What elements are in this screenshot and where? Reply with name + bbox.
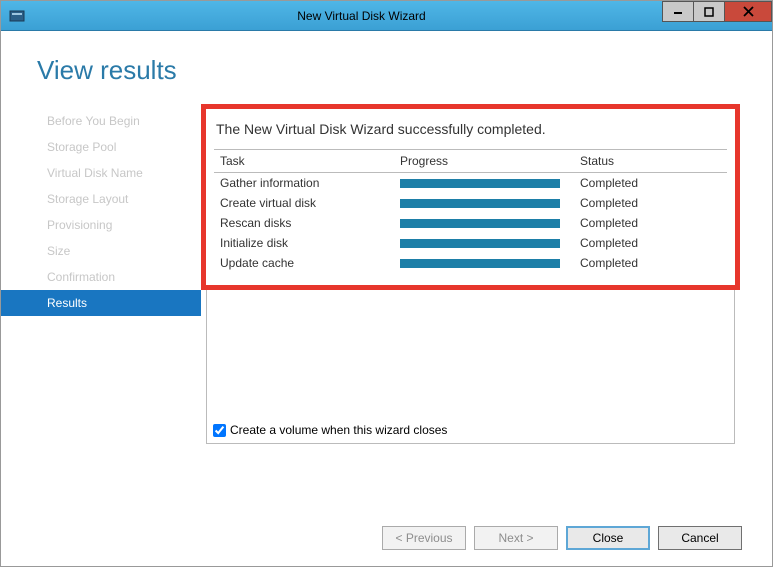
status-cell: Completed <box>574 193 727 213</box>
col-progress[interactable]: Progress <box>394 150 574 173</box>
create-volume-checkbox-row[interactable]: Create a volume when this wizard closes <box>213 423 447 437</box>
status-cell: Completed <box>574 213 727 233</box>
status-cell: Completed <box>574 253 727 273</box>
progress-bar <box>400 199 560 208</box>
previous-button: < Previous <box>382 526 466 550</box>
table-row: Create virtual disk Completed <box>214 193 727 213</box>
wizard-nav: Before You Begin Storage Pool Virtual Di… <box>1 104 201 510</box>
nav-before-you-begin: Before You Begin <box>1 108 201 134</box>
status-cell: Completed <box>574 233 727 253</box>
nav-size: Size <box>1 238 201 264</box>
result-message: The New Virtual Disk Wizard successfully… <box>216 121 725 137</box>
table-row: Update cache Completed <box>214 253 727 273</box>
table-row: Gather information Completed <box>214 173 727 194</box>
nav-results: Results <box>1 290 201 316</box>
nav-storage-layout: Storage Layout <box>1 186 201 212</box>
lower-panel: Create a volume when this wizard closes <box>206 290 735 444</box>
task-cell: Create virtual disk <box>214 193 394 213</box>
results-highlight: The New Virtual Disk Wizard successfully… <box>201 104 740 290</box>
titlebar: New Virtual Disk Wizard <box>1 1 772 31</box>
table-row: Initialize disk Completed <box>214 233 727 253</box>
col-task[interactable]: Task <box>214 150 394 173</box>
minimize-button[interactable] <box>662 1 694 22</box>
window-title: New Virtual Disk Wizard <box>0 9 772 23</box>
status-cell: Completed <box>574 173 727 194</box>
results-table: Task Progress Status Gather information … <box>214 149 727 273</box>
table-row: Rescan disks Completed <box>214 213 727 233</box>
task-cell: Update cache <box>214 253 394 273</box>
progress-bar <box>400 219 560 228</box>
nav-confirmation: Confirmation <box>1 264 201 290</box>
progress-bar <box>400 259 560 268</box>
nav-virtual-disk-name: Virtual Disk Name <box>1 160 201 186</box>
create-volume-checkbox[interactable] <box>213 424 226 437</box>
next-button: Next > <box>474 526 558 550</box>
task-cell: Rescan disks <box>214 213 394 233</box>
close-window-button[interactable] <box>724 1 772 22</box>
close-button[interactable]: Close <box>566 526 650 550</box>
wizard-footer: < Previous Next > Close Cancel <box>1 510 772 566</box>
window-controls <box>663 1 772 22</box>
main-panel: The New Virtual Disk Wizard successfully… <box>201 104 772 510</box>
nav-storage-pool: Storage Pool <box>1 134 201 160</box>
create-volume-label: Create a volume when this wizard closes <box>230 423 447 437</box>
progress-bar <box>400 179 560 188</box>
task-cell: Initialize disk <box>214 233 394 253</box>
page-heading: View results <box>1 31 772 104</box>
maximize-button[interactable] <box>693 1 725 22</box>
progress-bar <box>400 239 560 248</box>
cancel-button[interactable]: Cancel <box>658 526 742 550</box>
col-status[interactable]: Status <box>574 150 727 173</box>
task-cell: Gather information <box>214 173 394 194</box>
nav-provisioning: Provisioning <box>1 212 201 238</box>
